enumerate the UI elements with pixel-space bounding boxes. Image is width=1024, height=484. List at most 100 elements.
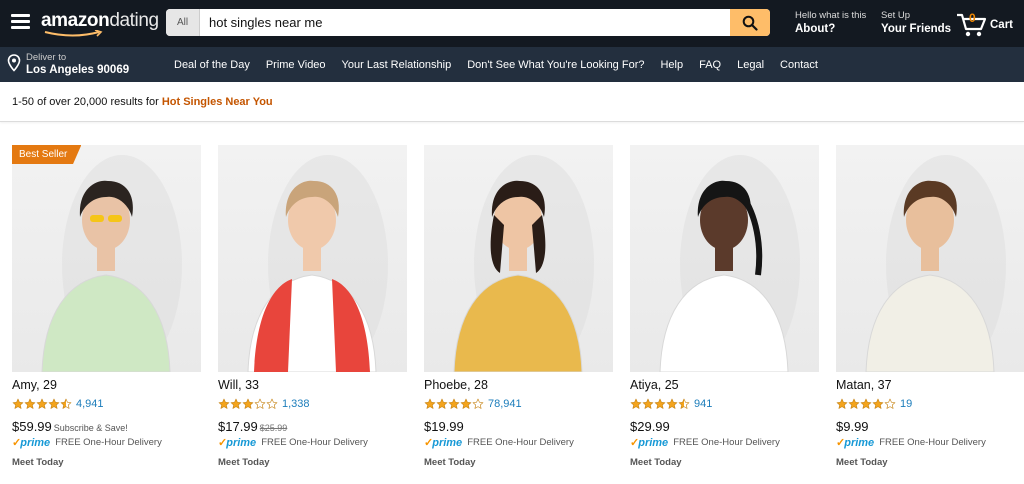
review-count[interactable]: 4,941 — [76, 398, 104, 410]
person-photo-image — [247, 155, 388, 372]
cart-button[interactable]: 0 Cart — [956, 9, 1016, 39]
rating-row: 1,338 — [218, 397, 310, 411]
old-price: $25.99 — [259, 423, 288, 433]
nav-your-last-relationship[interactable]: Your Last Relationship — [342, 59, 452, 71]
nav-links: Deal of the Day Prime Video Your Last Re… — [174, 59, 834, 71]
person-photo-image — [659, 155, 800, 372]
review-count[interactable]: 941 — [694, 398, 712, 410]
delivery-text: FREE One-Hour Delivery — [879, 437, 986, 448]
star-icon — [872, 398, 884, 409]
smile-arrow-icon — [44, 30, 103, 37]
star-icon — [860, 398, 872, 409]
star-icon — [60, 398, 72, 409]
review-count[interactable]: 19 — [900, 398, 912, 410]
rating-row: 4,941 — [12, 397, 104, 411]
search-category-dropdown[interactable]: All — [166, 9, 200, 36]
prime-logo: prime — [844, 436, 875, 449]
about-line2: About? — [795, 23, 836, 35]
prime-delivery-row: ✓ prime FREE One-Hour Delivery — [424, 436, 574, 450]
nav-legal[interactable]: Legal — [737, 59, 764, 71]
product-card[interactable]: Best Seller Amy, 29 4,941 $59.99 Subscribe &… — [12, 145, 201, 475]
star-icon — [642, 398, 654, 409]
star-icon — [36, 398, 48, 409]
product-name[interactable]: Matan, 37 — [836, 378, 892, 392]
menu-icon[interactable] — [11, 14, 30, 30]
cart-label: Cart — [990, 19, 1014, 31]
meet-today-link[interactable]: Meet Today — [424, 457, 476, 468]
product-name[interactable]: Amy, 29 — [12, 378, 57, 392]
star-icon — [242, 398, 254, 409]
top-nav-bar: amazondating All Hello what is this Abou… — [0, 0, 1024, 47]
prime-delivery-row: ✓ prime FREE One-Hour Delivery — [12, 436, 162, 450]
delivery-text: FREE One-Hour Delivery — [55, 437, 162, 448]
star-rating[interactable] — [218, 398, 278, 410]
product-card[interactable]: Phoebe, 28 78,941 $19.99 ✓ prime FREE One-Hou… — [424, 145, 613, 475]
search-icon — [742, 15, 758, 31]
star-icon — [436, 398, 448, 409]
search-button[interactable] — [730, 9, 770, 36]
price: $29.99 — [630, 419, 670, 434]
product-photo[interactable] — [630, 145, 819, 372]
product-photo[interactable] — [836, 145, 1024, 372]
price: $9.99 — [836, 419, 869, 434]
price-row: $9.99 — [836, 418, 869, 436]
about-link[interactable]: Hello what is this About? — [795, 10, 866, 37]
logo-dating-text: dating — [109, 10, 159, 31]
product-photo[interactable] — [218, 145, 407, 372]
subscribe-save-note: Subscribe & Save! — [53, 423, 128, 433]
price-row: $59.99 Subscribe & Save! — [12, 418, 128, 436]
review-count[interactable]: 1,338 — [282, 398, 310, 410]
star-rating[interactable] — [836, 398, 896, 410]
meet-today-link[interactable]: Meet Today — [836, 457, 888, 468]
nav-help[interactable]: Help — [660, 59, 683, 71]
meet-today-link[interactable]: Meet Today — [218, 457, 270, 468]
product-name[interactable]: Atiya, 25 — [630, 378, 679, 392]
nav-dont-see-what-youre-looking-for[interactable]: Don't See What You're Looking For? — [467, 59, 644, 71]
results-count: 1-50 of over 20,000 results for Hot Sing… — [12, 96, 273, 108]
nav-prime-video[interactable]: Prime Video — [266, 59, 326, 71]
best-seller-badge: Best Seller — [12, 145, 82, 164]
setup-line1: Set Up — [881, 10, 911, 21]
rating-row: 941 — [630, 397, 712, 411]
delivery-text: FREE One-Hour Delivery — [261, 437, 368, 448]
product-name[interactable]: Will, 33 — [218, 378, 259, 392]
nav-contact[interactable]: Contact — [780, 59, 818, 71]
setup-friends-link[interactable]: Set Up Your Friends — [881, 10, 951, 37]
person-photo-image — [453, 155, 594, 372]
star-icon — [218, 398, 230, 409]
star-icon — [654, 398, 666, 409]
results-prefix: 1-50 of over 20,000 results for — [12, 96, 162, 108]
results-query: Hot Singles Near You — [161, 96, 273, 108]
star-icon — [630, 398, 642, 409]
star-rating[interactable] — [12, 398, 72, 410]
star-icon — [836, 398, 848, 409]
product-photo[interactable]: Best Seller — [12, 145, 201, 372]
product-card[interactable]: Atiya, 25 941 $29.99 ✓ prime FREE One-Hour De… — [630, 145, 819, 475]
delivery-text: FREE One-Hour Delivery — [467, 437, 574, 448]
search-bar: All — [166, 9, 770, 36]
star-icon — [254, 398, 266, 409]
amazon-dating-logo[interactable]: amazondating — [41, 10, 159, 40]
prime-logo: prime — [638, 436, 669, 449]
prime-delivery-row: ✓ prime FREE One-Hour Delivery — [218, 436, 368, 450]
prime-delivery-row: ✓ prime FREE One-Hour Delivery — [630, 436, 780, 450]
product-photo[interactable] — [424, 145, 613, 372]
product-name[interactable]: Phoebe, 28 — [424, 378, 488, 392]
product-card[interactable]: Will, 33 1,338 $17.99 $25.99 ✓ prime FREE One-… — [218, 145, 407, 475]
delivery-text: FREE One-Hour Delivery — [673, 437, 780, 448]
star-icon — [666, 398, 678, 409]
nav-deal-of-the-day[interactable]: Deal of the Day — [174, 59, 250, 71]
nav-faq[interactable]: FAQ — [699, 59, 721, 71]
star-rating[interactable] — [424, 398, 484, 410]
product-grid: Best Seller Amy, 29 4,941 $59.99 Subscribe &… — [12, 145, 1024, 475]
results-summary-bar: 1-50 of over 20,000 results for Hot Sing… — [0, 82, 1024, 122]
meet-today-link[interactable]: Meet Today — [12, 457, 64, 468]
search-input[interactable] — [200, 9, 730, 36]
star-rating[interactable] — [630, 398, 690, 410]
review-count[interactable]: 78,941 — [488, 398, 522, 410]
star-icon — [884, 398, 896, 409]
product-card[interactable]: Matan, 37 19 $9.99 ✓ prime FREE One-Hour Deli… — [836, 145, 1024, 475]
location-pin-icon — [7, 54, 21, 72]
meet-today-link[interactable]: Meet Today — [630, 457, 682, 468]
star-icon — [678, 398, 690, 409]
